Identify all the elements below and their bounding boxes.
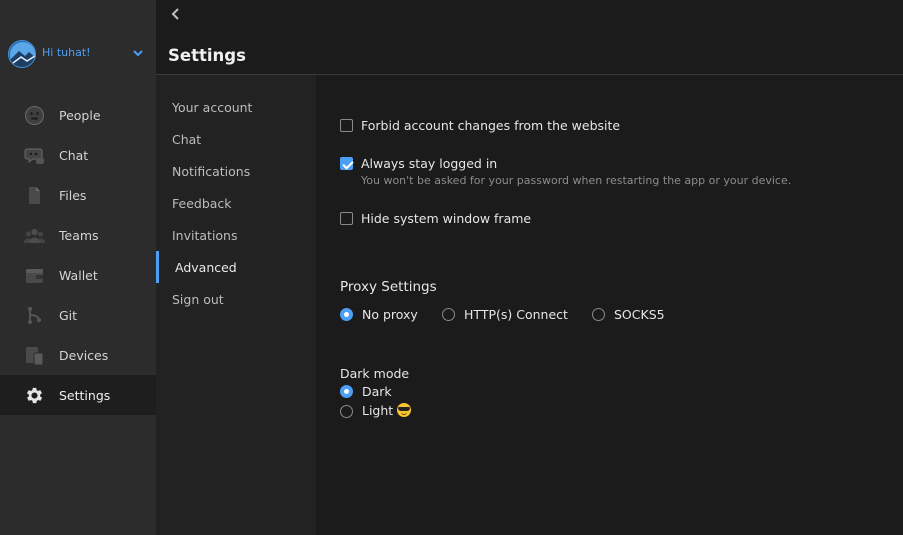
active-indicator	[156, 251, 159, 283]
nav-item-git[interactable]: Git	[0, 295, 156, 335]
submenu-item-your-account[interactable]: Your account	[172, 100, 252, 115]
advanced-settings-panel: Forbid account changes from the website …	[316, 75, 903, 535]
submenu-item-invitations[interactable]: Invitations	[172, 228, 238, 243]
nav-label: Teams	[59, 228, 99, 243]
submenu-item-chat[interactable]: Chat	[172, 132, 201, 147]
nav-label: Devices	[59, 348, 109, 363]
nav-label: People	[59, 108, 101, 123]
chevron-down-icon[interactable]	[131, 46, 145, 60]
page-title: Settings	[168, 46, 246, 65]
file-icon	[29, 187, 40, 204]
hide-frame-checkbox[interactable]	[340, 212, 353, 225]
dark-mode-light-label[interactable]: Light	[362, 403, 393, 418]
user-menu[interactable]: Hi tuhat!	[0, 38, 156, 70]
dark-mode-dark-label[interactable]: Dark	[362, 384, 392, 399]
gear-icon	[26, 387, 43, 404]
nav-label: Files	[59, 188, 87, 203]
nav-item-settings[interactable]: Settings	[0, 375, 156, 415]
back-icon[interactable]	[168, 6, 184, 22]
forbid-changes-label[interactable]: Forbid account changes from the website	[361, 118, 620, 133]
teams-icon	[24, 228, 45, 243]
proxy-none-radio[interactable]	[340, 308, 353, 321]
submenu-item-notifications[interactable]: Notifications	[172, 164, 250, 179]
nav-label: Wallet	[59, 268, 98, 283]
proxy-http-label[interactable]: HTTP(s) Connect	[464, 307, 568, 322]
proxy-socks5-label[interactable]: SOCKS5	[614, 307, 665, 322]
proxy-none-label[interactable]: No proxy	[362, 307, 418, 322]
nav-item-people[interactable]: People	[0, 95, 156, 135]
main-nav: Hi tuhat! People Chat Files Teams Wallet…	[0, 0, 156, 535]
stay-logged-in-checkbox[interactable]	[340, 157, 353, 170]
chat-icon	[24, 148, 44, 164]
nav-item-teams[interactable]: Teams	[0, 215, 156, 255]
avatar[interactable]	[8, 40, 36, 68]
submenu-item-sign-out[interactable]: Sign out	[172, 292, 224, 307]
nav-item-devices[interactable]: Devices	[0, 335, 156, 375]
proxy-socks5-radio[interactable]	[592, 308, 605, 321]
stay-logged-in-description: You won't be asked for your password whe…	[361, 174, 792, 187]
nav-item-chat[interactable]: Chat	[0, 135, 156, 175]
sunglasses-emoji-icon	[397, 403, 412, 417]
dark-mode-light-radio[interactable]	[340, 405, 353, 418]
nav-item-wallet[interactable]: Wallet	[0, 255, 156, 295]
dark-mode-light-option[interactable]: Light	[362, 403, 412, 418]
dark-mode-dark-radio[interactable]	[340, 385, 353, 398]
nav-label: Git	[59, 308, 78, 323]
proxy-settings-title: Proxy Settings	[340, 279, 437, 295]
settings-submenu: Your account Chat Notifications Feedback…	[156, 75, 316, 535]
nav-label: Settings	[59, 388, 111, 403]
people-icon	[25, 106, 44, 125]
git-icon	[27, 306, 42, 325]
user-greeting[interactable]: Hi tuhat!	[42, 46, 91, 59]
hide-frame-label[interactable]: Hide system window frame	[361, 211, 531, 226]
forbid-changes-checkbox[interactable]	[340, 119, 353, 132]
proxy-http-radio[interactable]	[442, 308, 455, 321]
stay-logged-in-label[interactable]: Always stay logged in	[361, 156, 497, 171]
dark-mode-title: Dark mode	[340, 366, 410, 381]
nav-label: Chat	[59, 148, 89, 163]
nav-item-files[interactable]: Files	[0, 175, 156, 215]
submenu-item-advanced[interactable]: Advanced	[175, 260, 237, 275]
wallet-icon	[26, 269, 43, 283]
devices-icon	[26, 347, 44, 366]
submenu-item-feedback[interactable]: Feedback	[172, 196, 232, 211]
